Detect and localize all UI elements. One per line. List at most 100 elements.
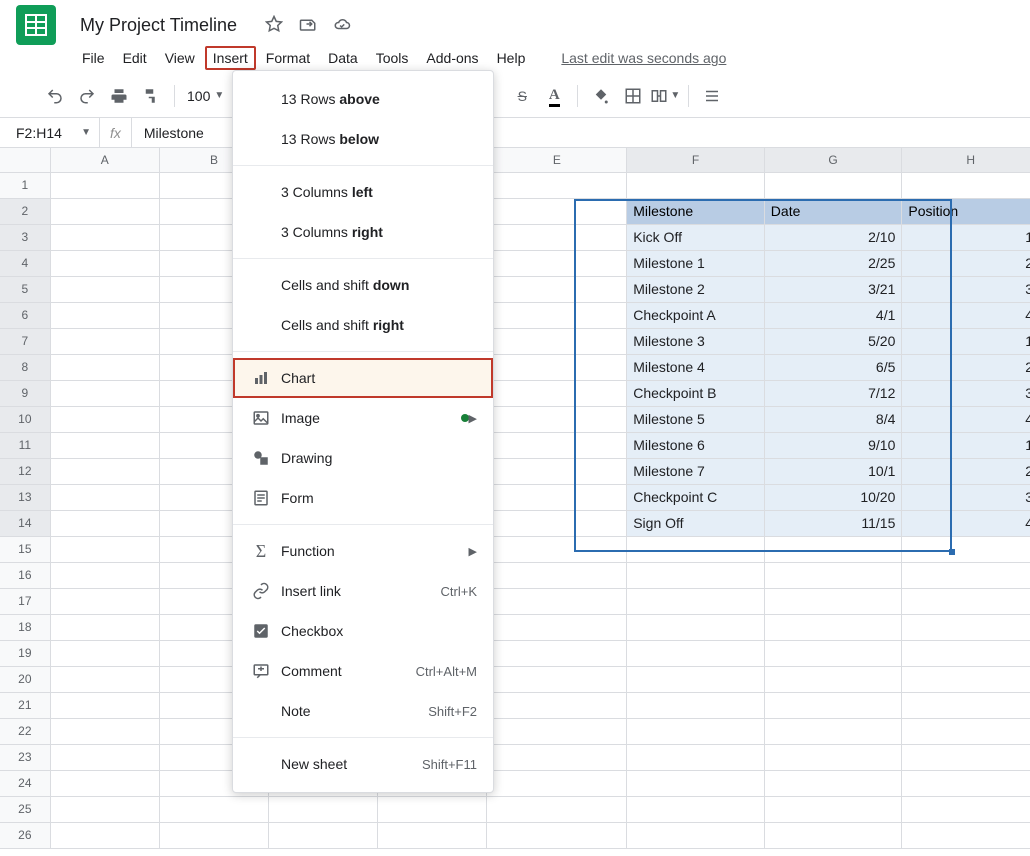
cell-E13[interactable] [487,484,627,510]
cell-E18[interactable] [487,614,627,640]
cells-shift-down-item[interactable]: Cells and shift down [233,265,493,305]
cell-H4[interactable]: 2 [902,250,1030,276]
cell-A18[interactable] [50,614,159,640]
cell-G19[interactable] [764,640,902,666]
cell-A16[interactable] [50,562,159,588]
cell-F6[interactable]: Checkpoint A [627,302,765,328]
cell-E12[interactable] [487,458,627,484]
strikethrough-button[interactable]: S [507,81,537,111]
cell-F13[interactable]: Checkpoint C [627,484,765,510]
cell-E26[interactable] [487,822,627,848]
cell-F25[interactable] [627,796,765,822]
cell-E21[interactable] [487,692,627,718]
row-header-4[interactable]: 4 [0,250,50,276]
cell-G8[interactable]: 6/5 [764,354,902,380]
cell-F26[interactable] [627,822,765,848]
cell-G22[interactable] [764,718,902,744]
cell-B26[interactable] [159,822,268,848]
cell-G5[interactable]: 3/21 [764,276,902,302]
row-header-16[interactable]: 16 [0,562,50,588]
cell-E10[interactable] [487,406,627,432]
row-header-26[interactable]: 26 [0,822,50,848]
cell-F17[interactable] [627,588,765,614]
cell-F5[interactable]: Milestone 2 [627,276,765,302]
cell-G12[interactable]: 10/1 [764,458,902,484]
undo-button[interactable] [40,81,70,111]
cell-A11[interactable] [50,432,159,458]
cell-H10[interactable]: 4 [902,406,1030,432]
cell-F23[interactable] [627,744,765,770]
row-header-18[interactable]: 18 [0,614,50,640]
cell-D26[interactable] [378,822,487,848]
cell-F19[interactable] [627,640,765,666]
cell-H22[interactable] [902,718,1030,744]
cell-H9[interactable]: 3 [902,380,1030,406]
cell-A3[interactable] [50,224,159,250]
cell-E15[interactable] [487,536,627,562]
more-toolbar-button[interactable] [697,81,727,111]
row-header-8[interactable]: 8 [0,354,50,380]
cell-A6[interactable] [50,302,159,328]
cell-G17[interactable] [764,588,902,614]
cell-E9[interactable] [487,380,627,406]
cell-E8[interactable] [487,354,627,380]
cell-F11[interactable]: Milestone 6 [627,432,765,458]
star-icon[interactable] [265,15,283,36]
cell-G13[interactable]: 10/20 [764,484,902,510]
cell-H21[interactable] [902,692,1030,718]
cell-F12[interactable]: Milestone 7 [627,458,765,484]
cell-H20[interactable] [902,666,1030,692]
cell-A14[interactable] [50,510,159,536]
row-header-1[interactable]: 1 [0,172,50,198]
cell-C25[interactable] [269,796,378,822]
cell-A10[interactable] [50,406,159,432]
cell-E24[interactable] [487,770,627,796]
menu-view[interactable]: View [157,46,203,70]
cell-H13[interactable]: 3 [902,484,1030,510]
cell-G9[interactable]: 7/12 [764,380,902,406]
cell-G4[interactable]: 2/25 [764,250,902,276]
cell-G10[interactable]: 8/4 [764,406,902,432]
cell-G11[interactable]: 9/10 [764,432,902,458]
rows-below-item[interactable]: 13 Rows below [233,119,493,159]
borders-button[interactable] [618,81,648,111]
cell-H1[interactable] [902,172,1030,198]
zoom-select[interactable]: 100▼ [183,88,228,104]
cell-E3[interactable] [487,224,627,250]
cell-H14[interactable]: 4 [902,510,1030,536]
paint-format-button[interactable] [136,81,166,111]
row-header-11[interactable]: 11 [0,432,50,458]
column-header-H[interactable]: H [902,148,1030,172]
cell-G14[interactable]: 11/15 [764,510,902,536]
column-header-E[interactable]: E [487,148,627,172]
cells-shift-right-item[interactable]: Cells and shift right [233,305,493,345]
cell-G7[interactable]: 5/20 [764,328,902,354]
cell-F18[interactable] [627,614,765,640]
redo-button[interactable] [72,81,102,111]
row-header-25[interactable]: 25 [0,796,50,822]
cell-E5[interactable] [487,276,627,302]
cell-F15[interactable] [627,536,765,562]
cell-A5[interactable] [50,276,159,302]
cell-G15[interactable] [764,536,902,562]
cell-G24[interactable] [764,770,902,796]
menu-help[interactable]: Help [489,46,534,70]
row-header-17[interactable]: 17 [0,588,50,614]
insert-link-item[interactable]: Insert linkCtrl+K [233,571,493,611]
cell-A21[interactable] [50,692,159,718]
cell-A24[interactable] [50,770,159,796]
cell-B25[interactable] [159,796,268,822]
cell-G26[interactable] [764,822,902,848]
row-header-10[interactable]: 10 [0,406,50,432]
row-header-6[interactable]: 6 [0,302,50,328]
cell-H12[interactable]: 2 [902,458,1030,484]
cell-G3[interactable]: 2/10 [764,224,902,250]
row-header-3[interactable]: 3 [0,224,50,250]
cell-H2[interactable]: Position [902,198,1030,224]
cell-F21[interactable] [627,692,765,718]
print-button[interactable] [104,81,134,111]
menu-add-ons[interactable]: Add-ons [418,46,486,70]
cell-E6[interactable] [487,302,627,328]
cell-F14[interactable]: Sign Off [627,510,765,536]
column-header-F[interactable]: F [627,148,765,172]
